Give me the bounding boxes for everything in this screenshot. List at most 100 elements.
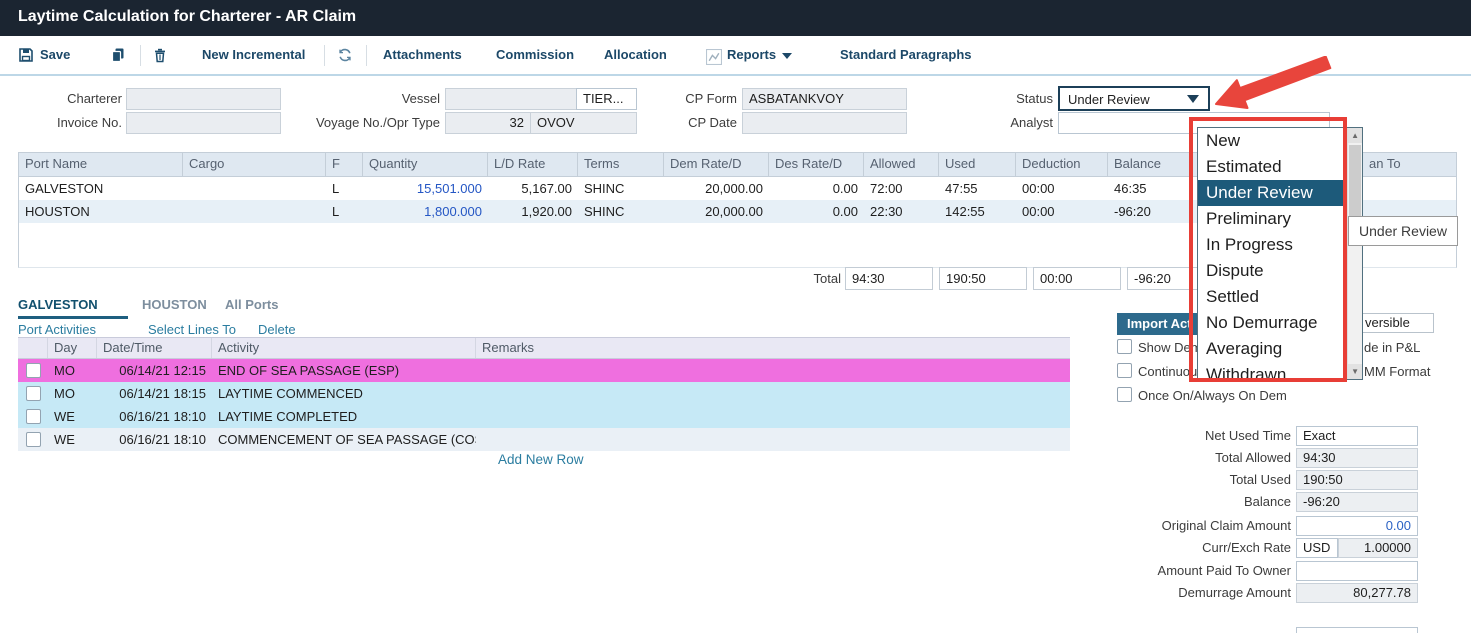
charterer-field[interactable] [126, 88, 281, 110]
opr-type-field[interactable]: OVOV [530, 112, 637, 134]
col-used: Used [939, 153, 1016, 176]
cell-cargo [183, 177, 326, 200]
cell-allowed: 22:30 [864, 200, 939, 223]
col-port-name: Port Name [19, 153, 183, 176]
cell-quantity-link[interactable]: 1,800.000 [363, 200, 488, 223]
amount-paid-label: Amount Paid To Owner [1080, 561, 1291, 581]
vessel-label: Vessel [290, 88, 440, 110]
col-datetime: Date/Time [97, 338, 212, 358]
option-preliminary[interactable]: Preliminary [1198, 206, 1347, 232]
cell-used: 47:55 [939, 177, 1016, 200]
original-claim-field[interactable]: 0.00 [1296, 516, 1418, 536]
toolbar-separator [324, 45, 325, 66]
show-dem-checkbox[interactable] [1117, 339, 1132, 354]
option-no-demurrage[interactable]: No Demurrage [1198, 310, 1347, 336]
exch-rate-field: 1.00000 [1338, 538, 1418, 558]
vessel-field[interactable] [445, 88, 577, 110]
select-lines-to-link[interactable]: Select Lines To [148, 322, 236, 337]
continuous-option[interactable]: Continuous [1117, 363, 1204, 379]
save-icon [18, 47, 34, 63]
row-checkbox[interactable] [26, 432, 41, 447]
cp-form-field[interactable]: ASBATANKVOY [742, 88, 907, 110]
option-new[interactable]: New [1198, 128, 1347, 154]
commission-button[interactable]: Commission [496, 47, 574, 62]
option-settled[interactable]: Settled [1198, 284, 1347, 310]
status-dropdown[interactable]: Under Review [1058, 86, 1210, 111]
cell-datetime: 06/14/21 18:15 [97, 382, 212, 405]
option-in-progress[interactable]: In Progress [1198, 232, 1347, 258]
col-activity: Activity [212, 338, 476, 358]
total-allowed-box: 94:30 [845, 267, 933, 290]
voyage-no-field[interactable]: 32 [445, 112, 531, 134]
trash-icon[interactable] [152, 47, 168, 63]
port-activities-link[interactable]: Port Activities [18, 322, 96, 337]
cp-date-field[interactable] [742, 112, 907, 134]
scrollbar-thumb[interactable] [1349, 145, 1361, 227]
attachments-button[interactable]: Attachments [383, 47, 462, 62]
activity-row[interactable]: MO 06/14/21 18:15 LAYTIME COMMENCED [18, 382, 1070, 405]
cell-terms: SHINC [578, 200, 664, 223]
add-new-row-link[interactable]: Add New Row [498, 452, 584, 467]
activity-row[interactable]: MO 06/14/21 12:15 END OF SEA PASSAGE (ES… [18, 359, 1070, 382]
cell-remarks [476, 359, 1070, 382]
cell-datetime: 06/16/21 18:10 [97, 405, 212, 428]
once-on-label: Once On/Always On Dem [1138, 388, 1287, 403]
toolbar: Save New Incremental Attachments Commiss… [0, 36, 1471, 76]
show-dem-option[interactable]: Show Dem [1117, 339, 1202, 355]
cell-activity: COMMENCEMENT OF SEA PASSAGE (COSP) [212, 428, 476, 451]
cell-day: WE [48, 428, 97, 451]
cell-cargo [183, 200, 326, 223]
option-dispute[interactable]: Dispute [1198, 258, 1347, 284]
status-label: Status [943, 88, 1053, 110]
refresh-icon[interactable] [337, 47, 353, 63]
scroll-up-icon[interactable]: ▲ [1348, 128, 1362, 143]
currency-field[interactable]: USD [1296, 538, 1338, 558]
dropdown-scrollbar[interactable]: ▲ ▼ [1347, 128, 1362, 379]
tab-galveston[interactable]: GALVESTON [18, 297, 98, 312]
row-checkbox[interactable] [26, 409, 41, 424]
clipped-field[interactable] [1296, 627, 1418, 633]
net-used-time-field[interactable]: Exact [1296, 426, 1418, 446]
tab-houston[interactable]: HOUSTON [142, 297, 207, 312]
cell-activity: LAYTIME COMPLETED [212, 405, 476, 428]
net-used-time-label: Net Used Time [1080, 426, 1291, 446]
invoice-no-field[interactable] [126, 112, 281, 134]
cp-form-label: CP Form [637, 88, 737, 110]
cell-ld-rate: 1,920.00 [488, 200, 578, 223]
option-averaging[interactable]: Averaging [1198, 336, 1347, 362]
hhmm-format-label: MM Format [1364, 364, 1430, 379]
new-incremental-button[interactable]: New Incremental [202, 47, 305, 62]
once-on-checkbox[interactable] [1117, 387, 1132, 402]
continuous-checkbox[interactable] [1117, 363, 1132, 378]
option-under-review[interactable]: Under Review [1198, 180, 1347, 206]
copy-icon[interactable] [110, 47, 126, 63]
original-claim-label: Original Claim Amount [1080, 516, 1291, 536]
cell-f: L [326, 177, 363, 200]
cp-date-label: CP Date [637, 112, 737, 134]
save-button[interactable]: Save [40, 47, 70, 62]
reports-button[interactable]: Reports [727, 47, 792, 62]
row-checkbox[interactable] [26, 363, 41, 378]
activity-row[interactable]: WE 06/16/21 18:10 COMMENCEMENT OF SEA PA… [18, 428, 1070, 451]
chevron-down-icon [1187, 95, 1199, 103]
option-estimated[interactable]: Estimated [1198, 154, 1347, 180]
allocation-button[interactable]: Allocation [604, 47, 667, 62]
tab-all-ports[interactable]: All Ports [225, 297, 278, 312]
option-withdrawn[interactable]: Withdrawn [1198, 362, 1347, 380]
cell-f: L [326, 200, 363, 223]
under-review-tooltip: Under Review [1348, 216, 1458, 246]
page-title: Laytime Calculation for Charterer - AR C… [18, 8, 356, 26]
col-deduction: Deduction [1016, 153, 1108, 176]
standard-paragraphs-button[interactable]: Standard Paragraphs [840, 47, 972, 62]
row-checkbox[interactable] [26, 386, 41, 401]
delete-link[interactable]: Delete [258, 322, 296, 337]
activity-row[interactable]: WE 06/16/21 18:10 LAYTIME COMPLETED [18, 405, 1070, 428]
tier-button[interactable]: TIER... [576, 88, 637, 110]
cell-quantity-link[interactable]: 15,501.000 [363, 177, 488, 200]
once-on-option[interactable]: Once On/Always On Dem [1117, 387, 1287, 403]
col-quantity: Quantity [363, 153, 488, 176]
amount-paid-field[interactable] [1296, 561, 1418, 581]
col-des-rate: Des Rate/D [769, 153, 864, 176]
col-day: Day [48, 338, 97, 358]
scroll-down-icon[interactable]: ▼ [1348, 364, 1362, 379]
